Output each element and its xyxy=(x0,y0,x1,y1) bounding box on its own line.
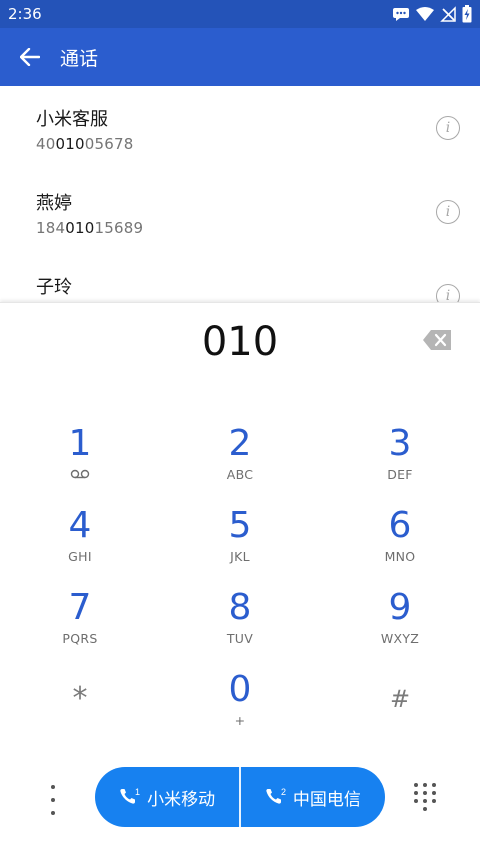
svg-text:2: 2 xyxy=(281,787,286,797)
key-9[interactable]: 9 WXYZ xyxy=(340,587,460,667)
key-8[interactable]: 8 TUV xyxy=(180,587,300,667)
voicemail-icon xyxy=(70,469,90,479)
status-time: 2:36 xyxy=(8,5,42,23)
key-3[interactable]: 3 DEF xyxy=(340,423,460,503)
call-action-row: 1 小米移动 2 中国电信 xyxy=(0,767,480,827)
key-star[interactable]: * xyxy=(20,673,140,753)
contact-suggestion-list: 小米客服 4001005678 i 燕婷 18401015689 i 子玲 i xyxy=(0,86,480,302)
more-vert-icon xyxy=(51,785,55,789)
app-bar: 通话 xyxy=(0,28,480,86)
contact-name: 燕婷 xyxy=(36,193,72,214)
phone-sim1-icon: 1 xyxy=(120,787,140,804)
phone-sim2-icon: 2 xyxy=(266,787,286,804)
key-7[interactable]: 7 PQRS xyxy=(20,587,140,667)
arrow-left-icon xyxy=(20,48,40,66)
call-sim2-button[interactable]: 2 中国电信 xyxy=(241,767,385,827)
dual-sim-call-button: 1 小米移动 2 中国电信 xyxy=(95,767,385,827)
list-item[interactable]: 燕婷 18401015689 i xyxy=(0,170,480,254)
back-button[interactable] xyxy=(0,28,60,86)
backspace-icon xyxy=(423,330,451,350)
key-4[interactable]: 4 GHI xyxy=(20,505,140,585)
status-bar: 2:36 xyxy=(0,0,480,28)
info-icon[interactable]: i xyxy=(436,116,460,140)
key-0[interactable]: 0 + xyxy=(180,669,300,749)
svg-text:1: 1 xyxy=(135,787,140,797)
contact-name: 子玲 xyxy=(36,277,72,298)
key-1[interactable]: 1 xyxy=(20,423,140,503)
info-icon[interactable]: i xyxy=(436,284,460,302)
more-options-button[interactable] xyxy=(38,785,68,815)
dialed-digits: 010 xyxy=(201,319,279,365)
contact-number: 4001005678 xyxy=(36,135,134,153)
contact-number: 18401015689 xyxy=(36,219,144,237)
no-signal-icon xyxy=(440,6,456,22)
message-icon xyxy=(393,8,409,21)
dialpad: 010 1 2 ABC 3 DEF 4 GHI 5 JKL 6 MNO 7 PQ… xyxy=(0,302,480,853)
dialpad-grid-icon xyxy=(414,783,418,787)
key-2[interactable]: 2 ABC xyxy=(180,423,300,503)
info-icon[interactable]: i xyxy=(436,200,460,224)
status-icons xyxy=(392,5,472,23)
number-match-highlight: 010 xyxy=(65,219,95,237)
key-5[interactable]: 5 JKL xyxy=(180,505,300,585)
call-sim1-button[interactable]: 1 小米移动 xyxy=(95,767,239,827)
wifi-icon xyxy=(416,7,434,21)
number-match-highlight: 010 xyxy=(55,135,85,153)
list-item[interactable]: 小米客服 4001005678 i xyxy=(0,86,480,170)
page-title: 通话 xyxy=(60,47,99,70)
sim1-label: 小米移动 xyxy=(147,789,216,810)
call-divider xyxy=(239,767,241,827)
key-6[interactable]: 6 MNO xyxy=(340,505,460,585)
battery-charging-icon xyxy=(462,5,472,23)
dialpad-toggle-button[interactable] xyxy=(414,783,436,811)
list-item[interactable]: 子玲 i xyxy=(0,254,480,302)
sim2-label: 中国电信 xyxy=(292,789,361,810)
contact-name: 小米客服 xyxy=(36,109,108,130)
backspace-button[interactable] xyxy=(422,329,452,351)
key-hash[interactable]: # xyxy=(340,673,460,753)
